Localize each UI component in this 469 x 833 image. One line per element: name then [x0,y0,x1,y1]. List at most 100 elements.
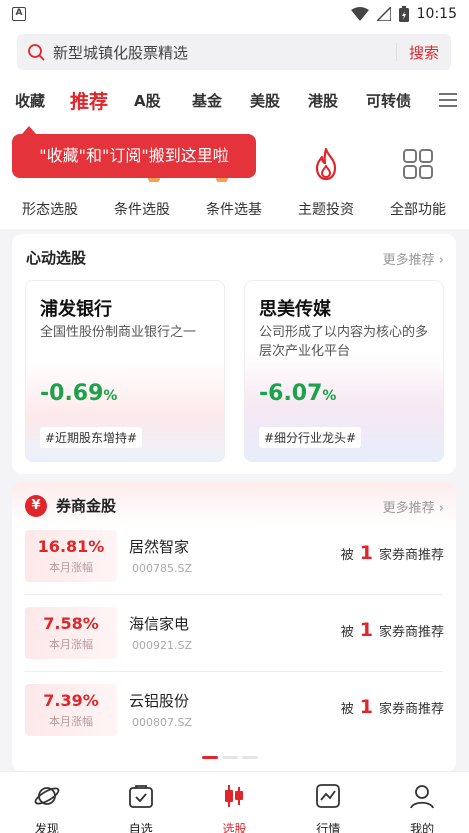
rec-count: 1 [359,696,373,718]
change-value: -6.07 [259,381,323,406]
broker-stock-row[interactable]: 7.39% 本月涨幅 云铝股份 000807.SZ 被 1 家券商推荐 [12,678,456,756]
more-label: 更多推荐 [382,501,435,516]
featured-picks-card: 心动选股 更多推荐 › 浦发银行 全国性股份制商业银行之一 -0.69% #近期… [12,234,456,474]
monthly-gain-value: 16.81% [37,537,105,556]
category-tabs: 收藏 推荐 A股 基金 美股 港股 可转债 [0,76,469,124]
app-notification-icon: A [12,7,26,21]
price-change: -0.69% [40,381,117,406]
stock-code: 000785.SZ [132,562,193,575]
change-value: -0.69 [40,381,104,406]
search-button[interactable]: 搜索 [409,42,439,63]
stock-name: 思美传媒 [259,299,331,320]
divider [25,671,443,672]
monthly-gain-value: 7.58% [43,614,99,633]
tab-convertible-bonds[interactable]: 可转债 [366,90,424,111]
nav-label: 我的 [410,822,435,833]
monthly-gain: 16.81% 本月涨幅 [25,530,117,582]
wifi-icon [350,7,369,21]
candlestick-icon [225,785,244,807]
flame-icon [315,147,337,181]
nav-label: 行情 [316,822,341,833]
stock-name: 居然智家 [129,538,190,556]
tab-recommended[interactable]: 推荐 [70,87,134,114]
broker-recommend-count: 被 1 家券商推荐 [341,696,444,718]
rec-suffix: 家券商推荐 [378,625,444,640]
nav-label: 发现 [34,822,59,833]
price-change: -6.07% [259,381,336,406]
broker-recommend-count: 被 1 家券商推荐 [341,619,444,641]
grid-icon [403,149,433,179]
tab-hk-stocks[interactable]: 港股 [308,90,366,111]
stock-name: 云铝股份 [129,692,190,710]
tool-label: 形态选股 [22,202,78,218]
stock-tag: #近期股东增持# [40,427,143,448]
monthly-gain-label: 本月涨幅 [49,715,93,728]
rec-prefix: 被 [340,702,354,717]
user-icon [410,785,434,809]
tab-favorites[interactable]: 收藏 [15,90,70,111]
carousel-indicator [202,756,258,759]
tool-all-functions[interactable]: 全部功能 [373,146,463,219]
more-recommend-link[interactable]: 更多推荐 › [383,249,444,268]
monthly-gain-label: 本月涨幅 [49,638,93,651]
monthly-gain: 7.39% 本月涨幅 [25,684,117,736]
tool-label: 条件选基 [206,202,262,218]
broker-stock-row[interactable]: 16.81% 本月涨幅 居然智家 000785.SZ 被 1 家券商推荐 [12,524,456,602]
planet-icon [34,787,60,805]
monthly-gain-label: 本月涨幅 [49,561,93,574]
rec-prefix: 被 [340,548,354,563]
section-title: 心动选股 [26,249,87,267]
search-bar: 新型城镇化股票精选 搜索 [0,28,469,76]
signal-icon [376,7,391,21]
divider [25,594,443,595]
carousel-dot [242,756,258,759]
rec-prefix: 被 [340,625,354,640]
tool-label: 条件选股 [114,202,170,218]
tooltip-arrow [22,126,36,134]
rec-suffix: 家券商推荐 [378,548,444,563]
stock-tag: #细分行业龙头# [259,427,362,448]
more-label: 更多推荐 [382,253,435,268]
change-unit: % [103,388,118,404]
search-icon [28,44,45,61]
tab-funds[interactable]: 基金 [192,90,250,111]
chart-line-icon [316,784,341,808]
rec-count: 1 [359,542,373,564]
broker-recommend-count: 被 1 家券商推荐 [341,542,444,564]
broker-picks-card: ¥ 券商金股 更多推荐 › 16.81% 本月涨幅 居然智家 000785.SZ… [12,482,456,772]
nav-label: 选股 [222,822,247,833]
stock-description: 全国性股份制商业银行之一 [40,325,197,340]
chevron-right-icon: › [438,501,444,516]
monthly-gain: 7.58% 本月涨幅 [25,607,117,659]
rec-suffix: 家券商推荐 [378,702,444,717]
menu-icon[interactable] [439,93,457,107]
tab-us-stocks[interactable]: 美股 [250,90,308,111]
favorites-moved-tooltip[interactable]: "收藏"和"订阅"搬到这里啦 [12,134,256,178]
nav-discover[interactable]: 发现 [0,772,94,833]
tool-theme-invest[interactable]: 主题投资 [281,146,371,219]
stock-name: 海信家电 [129,615,190,633]
bag-check-icon [128,785,153,808]
more-recommend-link[interactable]: 更多推荐 › [383,497,444,516]
stock-description: 公司形成了以内容为核心的多层次产业化平台 [259,325,429,359]
status-bar: A 10:15 [0,0,469,28]
change-unit: % [322,388,337,404]
nav-watchlist[interactable]: 自选 [94,772,188,833]
pick-card[interactable]: 浦发银行 全国性股份制商业银行之一 -0.69% #近期股东增持# [25,280,225,462]
nav-stock-picker[interactable]: 选股 [188,772,282,833]
search-placeholder: 新型城镇化股票精选 [53,43,189,62]
stock-code: 000921.SZ [132,639,193,652]
pick-card[interactable]: 思美传媒 公司形成了以内容为核心的多层次产业化平台 -6.07% #细分行业龙头… [244,280,444,462]
stock-code: 000807.SZ [132,716,193,729]
search-input[interactable]: 新型城镇化股票精选 搜索 [17,34,451,70]
tool-label: 全部功能 [390,202,446,218]
yuan-icon: ¥ [25,495,47,517]
nav-profile[interactable]: 我的 [375,772,469,833]
chevron-right-icon: › [438,253,444,268]
section-title: 券商金股 [56,497,117,515]
tab-a-shares[interactable]: A股 [134,90,192,111]
clock: 10:15 [416,6,457,22]
carousel-dot [222,756,238,759]
nav-market[interactable]: 行情 [281,772,375,833]
broker-stock-row[interactable]: 7.58% 本月涨幅 海信家电 000921.SZ 被 1 家券商推荐 [12,601,456,679]
